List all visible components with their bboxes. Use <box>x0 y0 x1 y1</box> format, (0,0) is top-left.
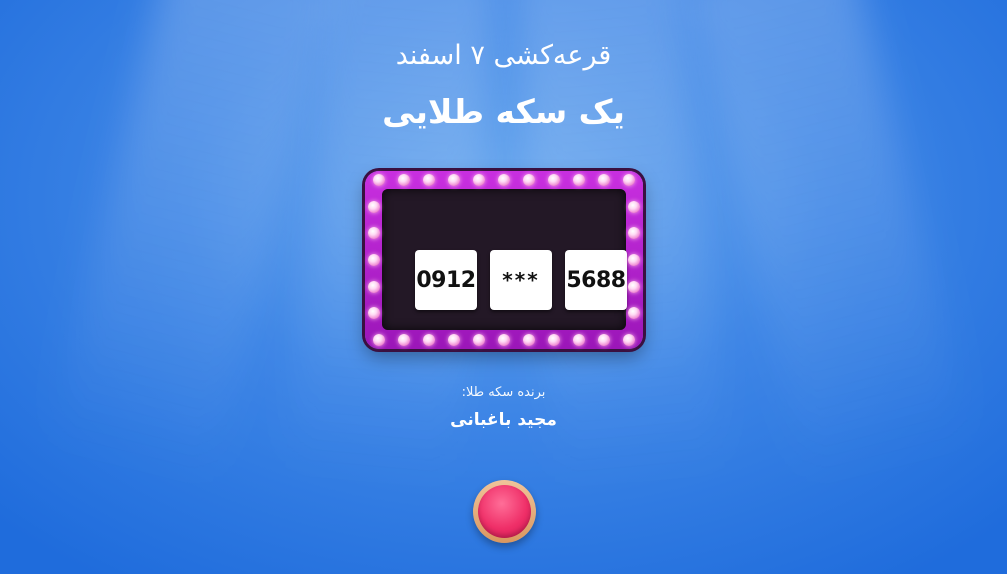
marquee-bulb <box>628 227 640 240</box>
marquee-bulb <box>623 334 635 346</box>
marquee-bulb <box>368 200 380 213</box>
marquee-bulb <box>498 334 510 346</box>
marquee-bulb <box>398 174 410 186</box>
marquee-bulb <box>473 174 485 186</box>
marquee-bulb <box>548 174 560 186</box>
marquee-bulb <box>628 307 640 320</box>
marquee-bulb <box>628 200 640 213</box>
marquee-bulb <box>573 174 585 186</box>
marquee-bulb <box>423 174 435 186</box>
marquee-bulb <box>598 334 610 346</box>
digit-box-hidden: *** <box>490 250 552 310</box>
winner-name: مجید باغبانی <box>450 410 557 430</box>
marquee-bulb <box>448 334 460 346</box>
marquee-bulb <box>573 334 585 346</box>
draw-button[interactable] <box>473 480 536 543</box>
winner-label: برنده سکه طلا: <box>461 385 546 400</box>
marquee-bulb <box>548 334 560 346</box>
marquee-bulb <box>598 174 610 186</box>
marquee-bulb <box>368 280 380 293</box>
marquee-screen: 0912 *** 5688 <box>382 189 627 330</box>
marquee-bulb <box>498 174 510 186</box>
marquee-bulb <box>423 334 435 346</box>
marquee-bulb <box>373 174 385 186</box>
digit-box-prefix: 0912 <box>415 250 477 310</box>
marquee-bulb <box>473 334 485 346</box>
draw-button-core <box>478 485 531 538</box>
marquee-bulb <box>523 334 535 346</box>
marquee-bulb <box>623 174 635 186</box>
prize-title: یک سکه طلایی <box>382 92 625 131</box>
marquee-bulb <box>368 227 380 240</box>
marquee-bulb <box>628 280 640 293</box>
marquee-bulb <box>368 307 380 320</box>
marquee-bulb <box>398 334 410 346</box>
marquee-bulb <box>628 254 640 266</box>
marquee-bulb <box>368 254 380 266</box>
marquee-display: 0912 *** 5688 <box>365 171 643 349</box>
event-title: قرعه‌کشی ۷ اسفند <box>395 40 612 71</box>
marquee-bulb <box>373 334 385 346</box>
digit-box-suffix: 5688 <box>565 250 627 310</box>
marquee-bulb <box>523 174 535 186</box>
marquee-bulb <box>448 174 460 186</box>
